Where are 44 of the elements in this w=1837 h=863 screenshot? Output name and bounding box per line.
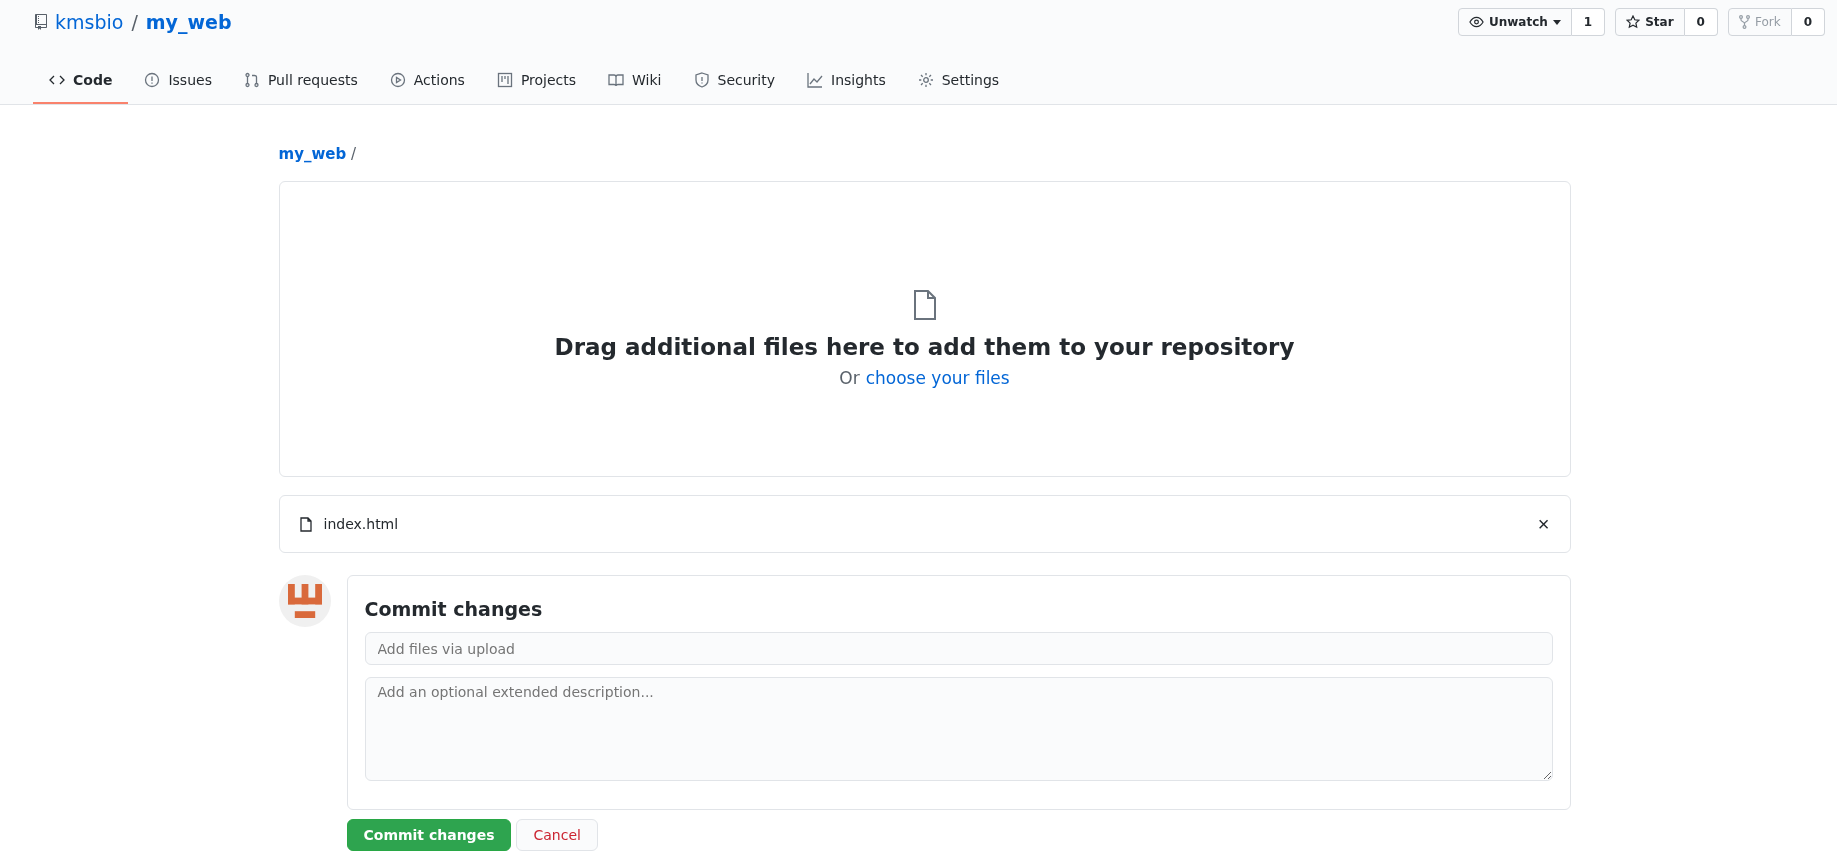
cancel-button[interactable]: Cancel	[516, 819, 598, 851]
path-separator: /	[131, 11, 138, 33]
repo-action-button[interactable]: Unwatch	[1457, 8, 1572, 36]
choose-files-link[interactable]: choose your files	[865, 368, 1010, 388]
book-icon	[608, 72, 625, 88]
count-badge[interactable]: 0	[1684, 8, 1718, 36]
file-icon	[912, 290, 937, 320]
drop-zone-heading: Drag additional files here to add them to your repository	[554, 334, 1295, 360]
caret-icon	[1552, 19, 1561, 25]
nav-tab[interactable]: Insights	[791, 60, 902, 104]
repo-icon	[35, 14, 47, 30]
circle-alert-icon	[144, 72, 161, 88]
nav-tab[interactable]: Projects	[480, 60, 593, 104]
commit-heading: Commit changes	[364, 598, 544, 620]
path-separator: /	[350, 145, 357, 163]
nav-tab[interactable]: Pull requests	[227, 60, 374, 104]
board-icon	[496, 72, 513, 88]
gear-icon	[917, 72, 934, 88]
shield-icon	[693, 72, 710, 88]
nav-tab[interactable]: Settings	[901, 60, 1016, 104]
remove-file-button[interactable]: ×	[1533, 512, 1554, 536]
repo-name-link[interactable]: my_web	[145, 11, 232, 33]
commit-description-field[interactable]: Add an optional extended description...	[364, 677, 1553, 781]
breadcrumb-link[interactable]: my_web	[278, 145, 347, 163]
identicon-drawing	[287, 584, 322, 618]
repo-action-button[interactable]: Star	[1615, 8, 1685, 36]
eye-icon	[1468, 16, 1484, 28]
nav-tab[interactable]: Wiki	[592, 60, 678, 104]
file-name: index.html	[323, 516, 400, 532]
file-icon	[299, 516, 312, 532]
commit-summary-field[interactable]: Add files via upload	[364, 632, 1553, 665]
star-icon	[1626, 15, 1641, 29]
nav-tab[interactable]: Actions	[373, 60, 481, 104]
nav-tab[interactable]: Security	[677, 60, 791, 104]
play-icon	[389, 72, 406, 88]
fork-icon	[1738, 15, 1750, 29]
file-drop-zone[interactable]: Drag additional files here to add them to your repository Or choose your files	[278, 181, 1571, 477]
drop-zone-text: Or	[839, 368, 860, 388]
nav-tab[interactable]: Issues	[128, 60, 228, 104]
pull-request-icon	[243, 72, 260, 88]
graph-icon	[807, 72, 823, 88]
nav-tab[interactable]: Code	[33, 60, 129, 104]
owner-link[interactable]: kmsbio	[55, 11, 124, 33]
count-badge[interactable]: 1	[1571, 8, 1606, 36]
